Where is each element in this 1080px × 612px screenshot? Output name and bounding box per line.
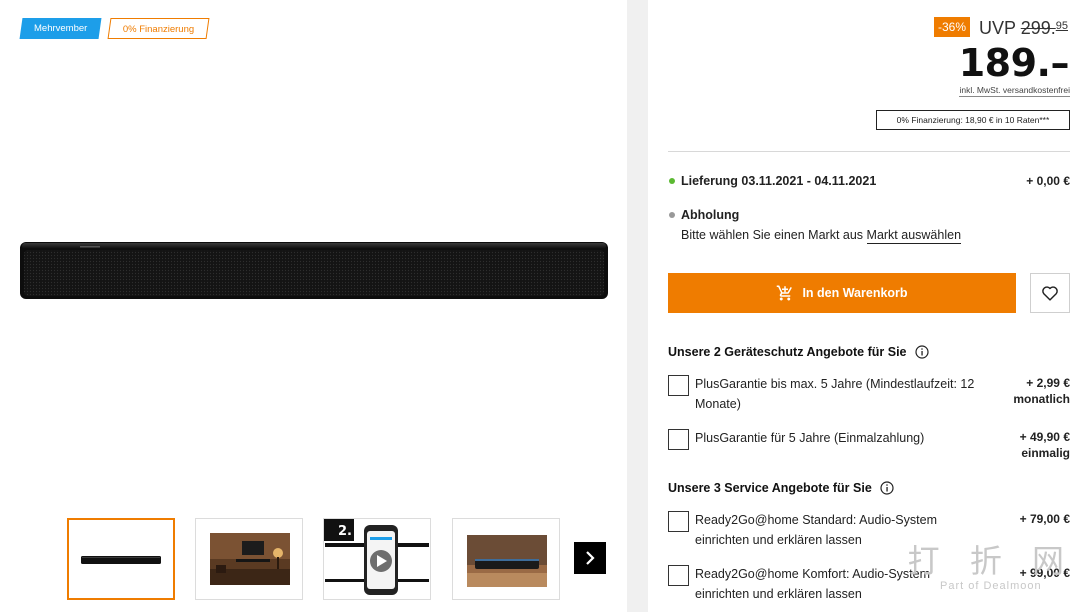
- wishlist-button[interactable]: [1030, 273, 1070, 313]
- info-icon[interactable]: [880, 481, 894, 495]
- service-option-1-checkbox[interactable]: [668, 511, 689, 532]
- financing-badge: 0% Finanzierung: [107, 18, 210, 39]
- protection-option-1-checkbox[interactable]: [668, 375, 689, 396]
- uvp-price: UVP 299.95: [979, 17, 1068, 39]
- protection-option-1-text: PlusGarantie bis max. 5 Jahre (Mindestla…: [695, 377, 975, 411]
- current-price: 189.–: [958, 41, 1070, 85]
- financing-box[interactable]: 0% Finanzierung: 18,90 € in 10 Raten***: [876, 110, 1070, 130]
- product-gallery: Mehrvember 0% Finanzierung 2.: [0, 0, 627, 612]
- pickup-label: Abholung: [681, 208, 740, 222]
- panel-divider: [627, 0, 648, 612]
- protection-option-1-price: + 2,99 € monatlich: [1013, 375, 1070, 407]
- pickup-hint: Bitte wählen Sie einen Markt aus: [681, 228, 864, 242]
- protection-title-text: Unsere 2 Geräteschutz Angebote für Sie: [668, 345, 907, 359]
- info-icon[interactable]: [914, 345, 929, 359]
- next-thumbnail-button[interactable]: [574, 542, 606, 574]
- add-to-cart-label: In den Warenkorb: [802, 286, 908, 300]
- chevron-right-icon: [586, 551, 595, 565]
- promo-badge: Mehrvember: [19, 18, 102, 39]
- service-option-1-price: + 79,00 €: [1019, 512, 1070, 526]
- watermark-subtitle: Part of Dealmoon: [940, 580, 1042, 592]
- watermark: 打 折 网 Part of Dealmoon: [908, 545, 1074, 592]
- buy-box: -36% UVP 299.95 189.– inkl. MwSt. versan…: [648, 0, 1080, 612]
- thumbnail-1[interactable]: [67, 518, 175, 600]
- service-option-2-checkbox[interactable]: [668, 565, 689, 586]
- discount-badge: -36%: [934, 17, 971, 37]
- select-market-link[interactable]: Markt auswählen: [866, 228, 962, 244]
- protection-title: Unsere 2 Geräteschutz Angebote für Sie: [668, 345, 929, 359]
- thumbnail-video[interactable]: 2.: [323, 518, 431, 600]
- protection-option-2-amount: + 49,90 €: [1019, 430, 1070, 444]
- divider-line: [668, 151, 1070, 152]
- vat-note[interactable]: inkl. MwSt. versandkostenfrei: [959, 85, 1070, 97]
- watermark-title: 打 折 网: [907, 542, 1074, 580]
- delivery-status-dot: [669, 178, 675, 184]
- thumbnail-4[interactable]: [452, 518, 560, 600]
- add-to-cart-button[interactable]: In den Warenkorb: [668, 273, 1016, 313]
- uvp-old-price: 299.95: [1020, 18, 1068, 38]
- protection-option-2-checkbox[interactable]: [668, 429, 689, 450]
- service-title-text: Unsere 3 Service Angebote für Sie: [668, 481, 872, 495]
- protection-option-2-price: + 49,90 € einmalig: [1020, 429, 1070, 461]
- delivery-price: + 0,00 €: [1026, 174, 1070, 188]
- cart-icon: [777, 285, 793, 301]
- protection-option-2-text: PlusGarantie für 5 Jahre (Einmalzahlung): [695, 431, 925, 445]
- protection-option-1-period: monatlich: [1013, 392, 1070, 406]
- protection-option-1-amount: + 2,99 €: [1026, 376, 1070, 390]
- heart-icon: [1042, 286, 1058, 301]
- delivery-label: Lieferung 03.11.2021 - 04.11.2021: [681, 174, 877, 188]
- video-badge-text: 2.: [338, 524, 352, 539]
- product-image[interactable]: [20, 242, 608, 299]
- service-title: Unsere 3 Service Angebote für Sie: [668, 481, 894, 495]
- protection-option-2-period: einmalig: [1021, 446, 1070, 460]
- thumbnail-2[interactable]: [195, 518, 303, 600]
- uvp-label: UVP: [979, 18, 1016, 38]
- pickup-text: Bitte wählen Sie einen Markt aus Markt a…: [681, 228, 962, 244]
- pickup-status-dot: [669, 212, 675, 218]
